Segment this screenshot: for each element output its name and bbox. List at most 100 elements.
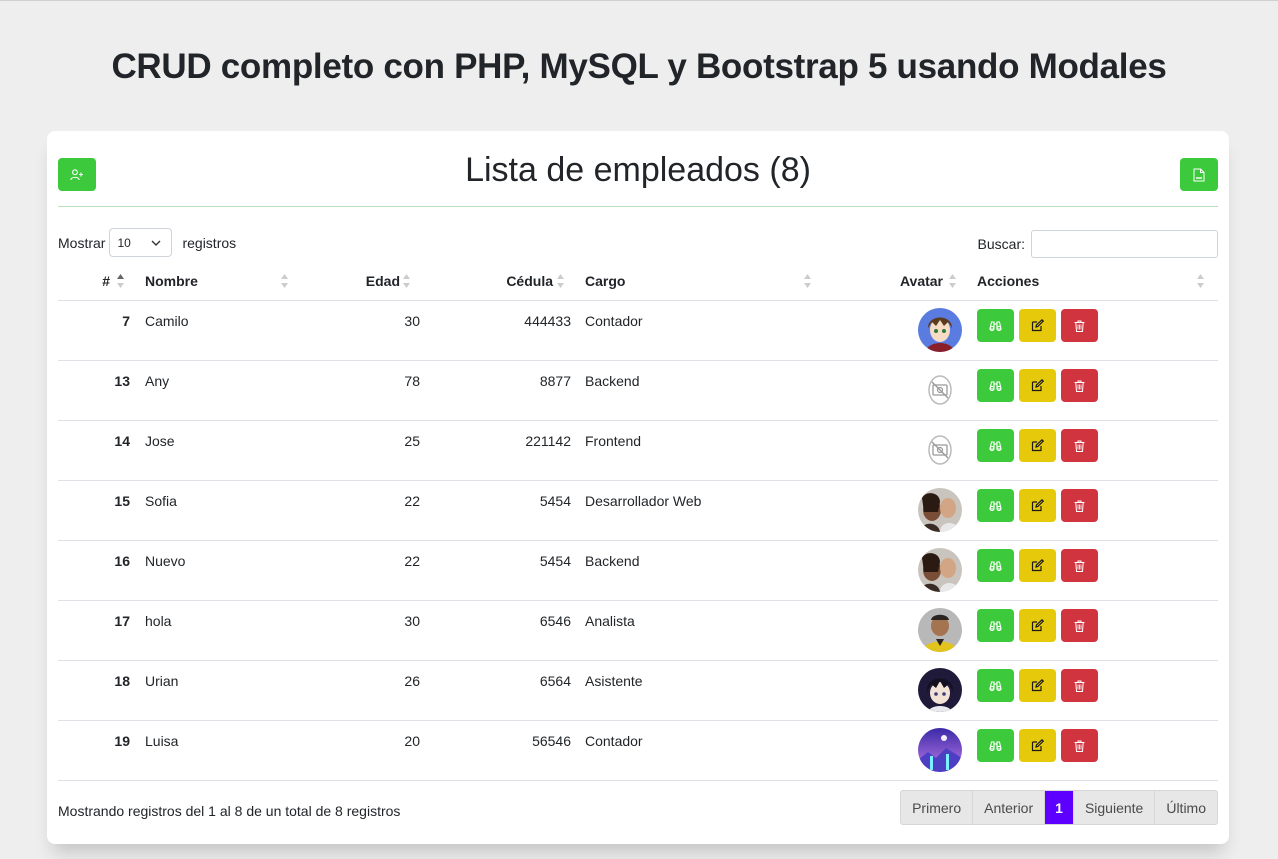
avatar [918, 548, 962, 592]
employees-card: Lista de empleados (8) Mostrar 10 regist… [47, 131, 1229, 844]
avatar [918, 668, 962, 712]
trash-icon [1074, 500, 1085, 512]
table-row: 19 Luisa 20 56546 Contador [58, 721, 1218, 781]
view-button[interactable] [977, 609, 1014, 642]
page-length-value: 10 [117, 235, 131, 250]
view-button[interactable] [977, 489, 1014, 522]
binoculars-icon [989, 320, 1002, 331]
col-acciones[interactable]: Acciones [977, 261, 1039, 301]
binoculars-icon [989, 440, 1002, 451]
delete-button[interactable] [1061, 429, 1098, 462]
avatar [918, 308, 962, 352]
employee-cargo: Asistente [585, 673, 643, 689]
edit-button[interactable] [1019, 669, 1056, 702]
delete-button[interactable] [1061, 669, 1098, 702]
search-input[interactable] [1031, 229, 1218, 258]
col-nombre[interactable]: Nombre [145, 261, 198, 301]
col-id[interactable]: # [58, 261, 110, 301]
view-button[interactable] [977, 429, 1014, 462]
table-row: 17 hola 30 6546 Analista [58, 601, 1218, 661]
employee-cedula: 8877 [539, 373, 571, 389]
table-info: Mostrando registros del 1 al 8 de un tot… [58, 803, 401, 819]
avatar [918, 728, 962, 772]
employee-cedula: 5454 [539, 553, 571, 569]
employee-cedula: 56546 [532, 733, 571, 749]
edit-button[interactable] [1019, 609, 1056, 642]
employee-age: 78 [404, 373, 420, 389]
avatar [918, 368, 962, 412]
edit-icon [1031, 439, 1044, 452]
employee-cedula: 444433 [524, 313, 571, 329]
view-button[interactable] [977, 729, 1014, 762]
sort-icon [403, 274, 410, 288]
employee-name: Luisa [145, 733, 179, 749]
delete-button[interactable] [1061, 609, 1098, 642]
employee-cedula: 5454 [539, 493, 571, 509]
view-button[interactable] [977, 669, 1014, 702]
edit-button[interactable] [1019, 729, 1056, 762]
employee-id: 13 [114, 373, 130, 389]
employee-cargo: Backend [585, 553, 640, 569]
delete-button[interactable] [1061, 369, 1098, 402]
employee-age: 30 [404, 613, 420, 629]
employee-cargo: Frontend [585, 433, 642, 449]
employee-id: 16 [114, 553, 130, 569]
edit-button[interactable] [1019, 489, 1056, 522]
page-length-select[interactable]: 10 [109, 228, 173, 257]
page-previous-button[interactable]: Anterior [973, 791, 1046, 824]
employee-id: 17 [114, 613, 130, 629]
edit-button[interactable] [1019, 549, 1056, 582]
edit-icon [1031, 679, 1044, 692]
employee-cargo: Desarrollador Web [585, 493, 702, 509]
col-cargo[interactable]: Cargo [585, 261, 625, 301]
employee-age: 22 [404, 553, 420, 569]
binoculars-icon [989, 680, 1002, 691]
edit-button[interactable] [1019, 369, 1056, 402]
employee-id: 19 [114, 733, 130, 749]
card-title: Lista de empleados (8) [465, 151, 811, 189]
trash-icon [1074, 440, 1085, 452]
edit-icon [1031, 319, 1044, 332]
col-edad[interactable]: Edad [318, 261, 400, 301]
avatar [918, 428, 962, 472]
employee-id: 18 [114, 673, 130, 689]
chevron-down-icon [151, 240, 161, 246]
avatar [918, 488, 962, 532]
export-csv-button[interactable] [1180, 158, 1218, 191]
edit-button[interactable] [1019, 429, 1056, 462]
employee-age: 30 [404, 313, 420, 329]
employee-age: 20 [404, 733, 420, 749]
delete-button[interactable] [1061, 729, 1098, 762]
edit-icon [1031, 499, 1044, 512]
table-row: 16 Nuevo 22 5454 Backend [58, 541, 1218, 601]
delete-button[interactable] [1061, 309, 1098, 342]
page-next-button[interactable]: Siguiente [1074, 791, 1156, 824]
page-last-button[interactable]: Último [1155, 791, 1217, 824]
employee-cedula: 6564 [539, 673, 571, 689]
page-title: CRUD completo con PHP, MySQL y Bootstrap… [111, 47, 1167, 86]
pagination: Primero Anterior 1 Siguiente Último [900, 790, 1218, 825]
search-label: Buscar: [977, 235, 1025, 252]
employee-age: 25 [404, 433, 420, 449]
page-first-button[interactable]: Primero [901, 791, 974, 824]
view-button[interactable] [977, 369, 1014, 402]
view-button[interactable] [977, 549, 1014, 582]
edit-button[interactable] [1019, 309, 1056, 342]
sort-icon [949, 274, 956, 288]
employee-name: hola [145, 613, 172, 629]
binoculars-icon [989, 740, 1002, 751]
trash-icon [1074, 680, 1085, 692]
col-cedula[interactable]: Cédula [438, 261, 553, 301]
employee-cargo: Analista [585, 613, 635, 629]
table-row: 18 Urian 26 6564 Asistente [58, 661, 1218, 721]
employee-cedula: 6546 [539, 613, 571, 629]
delete-button[interactable] [1061, 489, 1098, 522]
employee-cargo: Contador [585, 733, 643, 749]
delete-button[interactable] [1061, 549, 1098, 582]
table-row: 15 Sofia 22 5454 Desarrollador Web [58, 481, 1218, 541]
view-button[interactable] [977, 309, 1014, 342]
page-1-button[interactable]: 1 [1045, 791, 1074, 824]
employee-name: Any [145, 373, 170, 389]
col-avatar[interactable]: Avatar [858, 261, 943, 301]
edit-icon [1031, 619, 1044, 632]
